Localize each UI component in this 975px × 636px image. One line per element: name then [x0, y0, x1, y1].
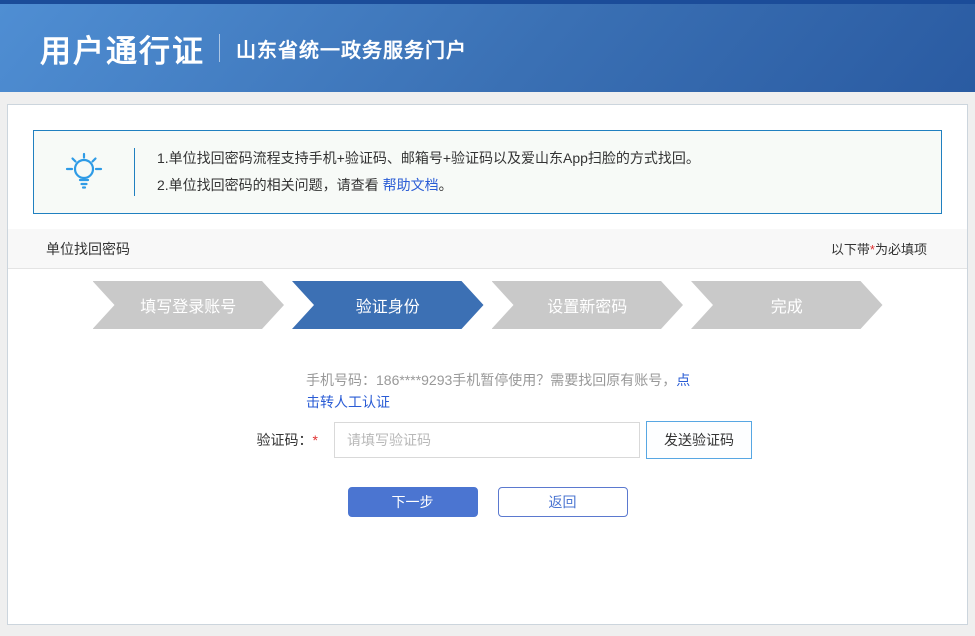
required-note: 以下带*为必填项 [831, 239, 927, 258]
notice-box: 1.单位找回密码流程支持手机+验证码、邮箱号+验证码以及爱山东App扫脸的方式找… [33, 130, 942, 214]
portal-subtitle: 山东省统一政务服务门户 [236, 34, 467, 63]
required-note-suffix: 为必填项 [875, 242, 927, 257]
notice-line-2: 2.单位找回密码的相关问题，请查看 帮助文档。 [157, 172, 700, 199]
required-note-prefix: 以下带 [831, 242, 870, 257]
lightbulb-icon [34, 151, 134, 193]
captcha-input[interactable] [334, 422, 640, 458]
step-fill-account: 填写登录账号 [93, 281, 285, 329]
stepper: 填写登录账号 验证身份 设置新密码 完成 [93, 281, 883, 329]
back-button[interactable]: 返回 [498, 487, 628, 517]
captcha-row: 验证码：* 发送验证码 [8, 421, 967, 459]
help-doc-link[interactable]: 帮助文档 [383, 177, 439, 193]
section-bar: 单位找回密码 以下带*为必填项 [8, 229, 967, 269]
title-divider [219, 34, 220, 62]
captcha-label: 验证码：* [8, 430, 334, 450]
notice-line-1: 1.单位找回密码流程支持手机+验证码、邮箱号+验证码以及爱山东App扫脸的方式找… [157, 145, 700, 172]
captcha-label-text: 验证码： [257, 432, 313, 448]
main-card: 1.单位找回密码流程支持手机+验证码、邮箱号+验证码以及爱山东App扫脸的方式找… [7, 104, 968, 625]
step-verify-identity: 验证身份 [292, 281, 484, 329]
next-button[interactable]: 下一步 [348, 487, 478, 517]
captcha-required-star: * [313, 432, 318, 448]
step-set-new-password: 设置新密码 [492, 281, 684, 329]
header: 用户通行证 山东省统一政务服务门户 [0, 0, 975, 92]
step-complete: 完成 [691, 281, 883, 329]
app-title: 用户通行证 [40, 26, 205, 71]
notice-line-2-suffix: 。 [439, 177, 453, 193]
phone-hint-text: 手机号码：186****9293手机暂停使用？需要找回原有账号， [306, 372, 676, 388]
actions-row: 下一步 返回 [8, 487, 967, 517]
phone-hint: 手机号码：186****9293手机暂停使用？需要找回原有账号，点击转人工认证 [306, 369, 698, 413]
send-code-button[interactable]: 发送验证码 [646, 421, 752, 459]
notice-text: 1.单位找回密码流程支持手机+验证码、邮箱号+验证码以及爱山东App扫脸的方式找… [135, 145, 700, 199]
section-title: 单位找回密码 [46, 239, 130, 259]
notice-line-2-text: 2.单位找回密码的相关问题，请查看 [157, 177, 383, 193]
